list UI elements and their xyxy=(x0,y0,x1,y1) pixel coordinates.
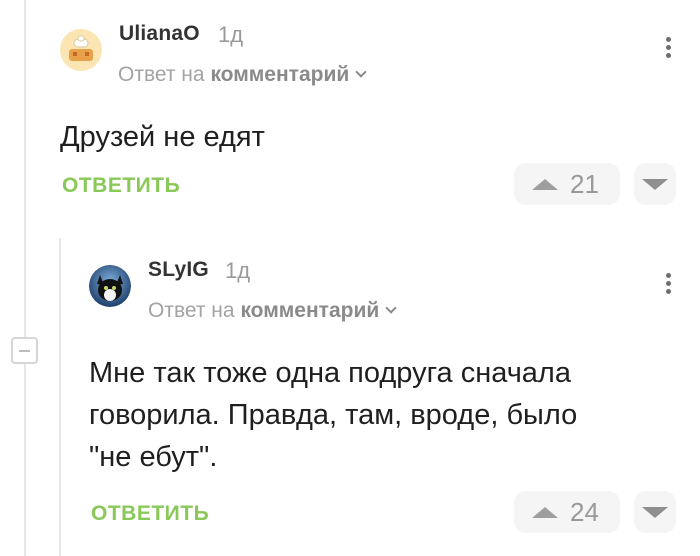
avatar[interactable] xyxy=(89,265,131,307)
thread-line-inner xyxy=(59,238,61,556)
reply-to-link[interactable]: Ответ на комментарий xyxy=(118,63,367,87)
comment-time: 1д xyxy=(225,258,251,283)
reply-button[interactable]: ОТВЕТИТЬ xyxy=(91,502,209,526)
upvote-button[interactable]: 24 xyxy=(514,491,620,533)
comment-time: 1д xyxy=(218,22,244,47)
minus-icon xyxy=(19,350,30,352)
chevron-down-icon xyxy=(385,302,397,314)
comment-text: Друзей не едят xyxy=(60,121,265,153)
reply-to-target: комментарий xyxy=(210,63,350,86)
arrow-up-icon xyxy=(532,178,558,190)
cartoon-avatar-icon xyxy=(60,29,102,71)
thread-line-outer-lower xyxy=(24,364,26,556)
comment-text-line: Мне так тоже одна подруга сначала xyxy=(89,357,571,389)
downvote-button[interactable] xyxy=(634,163,676,205)
comment-text: Мне так тоже одна подруга сначала говори… xyxy=(89,352,577,478)
arrow-down-icon xyxy=(642,179,668,190)
thread-line-outer xyxy=(24,0,26,337)
reply-to-prefix: Ответ на xyxy=(148,299,235,322)
comment-text-line: "не ебут". xyxy=(89,441,218,473)
comment-author[interactable]: UlianaO xyxy=(119,22,200,46)
avatar[interactable] xyxy=(60,29,102,71)
more-options-icon[interactable] xyxy=(664,37,672,61)
more-options-icon[interactable] xyxy=(664,273,672,297)
downvote-button[interactable] xyxy=(634,491,676,533)
arrow-up-icon xyxy=(532,506,558,518)
reply-to-target: комментарий xyxy=(240,299,380,322)
chevron-down-icon xyxy=(355,66,367,78)
reply-to-prefix: Ответ на xyxy=(118,63,205,86)
cat-avatar-icon xyxy=(89,265,131,307)
score: 21 xyxy=(570,168,599,199)
arrow-down-icon xyxy=(642,507,668,518)
comment-text-line: говорила. Правда, там, вроде, было xyxy=(89,399,578,431)
score: 24 xyxy=(570,496,599,527)
collapse-thread-button[interactable] xyxy=(11,337,38,364)
reply-button[interactable]: ОТВЕТИТЬ xyxy=(62,174,180,198)
comment-author[interactable]: SLyIG xyxy=(148,258,209,282)
reply-to-link[interactable]: Ответ на комментарий xyxy=(148,299,397,323)
upvote-button[interactable]: 21 xyxy=(514,163,620,205)
